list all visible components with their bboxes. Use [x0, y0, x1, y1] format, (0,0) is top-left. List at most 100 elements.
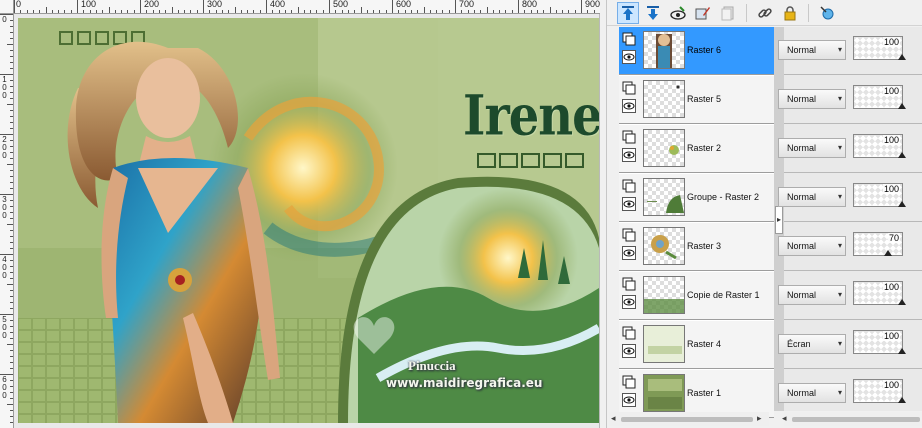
scroll-right-icon[interactable]: ▸ — [757, 413, 762, 424]
eye-visibility-icon[interactable] — [622, 197, 636, 211]
opacity-marker-icon[interactable] — [898, 348, 906, 354]
layer-list-scrollbar[interactable]: ◂ ▸ — [609, 412, 769, 426]
delete-layer-icon[interactable] — [717, 2, 739, 24]
eye-visibility-icon[interactable] — [622, 50, 636, 64]
toolbar-separator — [808, 3, 809, 22]
scroll-thumb[interactable] — [621, 417, 753, 422]
opacity-slider[interactable]: 100 — [853, 85, 906, 109]
eye-visibility-icon[interactable] — [622, 99, 636, 113]
opacity-marker-icon[interactable] — [898, 152, 906, 158]
opacity-marker-icon[interactable] — [898, 103, 906, 109]
opacity-slider[interactable]: 100 — [853, 330, 906, 354]
layer-row[interactable]: Raster 2 — [619, 125, 774, 173]
blend-mode-select[interactable]: Normal ▾ — [778, 236, 846, 256]
ruler-tick — [404, 10, 406, 13]
layer-row[interactable]: Raster 6 — [619, 27, 774, 75]
layer-name[interactable]: Raster 4 — [687, 339, 721, 349]
ruler-tick — [7, 44, 13, 45]
layer-row[interactable]: Raster 5 — [619, 76, 774, 124]
horizontal-ruler[interactable]: 0 100 200 300 400 500 600 700 800 900 — [14, 0, 600, 14]
ruler-tick — [486, 7, 488, 13]
layer-name[interactable]: Groupe - Raster 2 — [687, 192, 759, 202]
layer-row[interactable]: Raster 4 — [619, 321, 774, 369]
ruler-tick — [10, 158, 13, 159]
opacity-slider[interactable]: 100 — [853, 134, 906, 158]
move-layer-up-icon[interactable] — [617, 1, 639, 24]
opacity-marker-icon[interactable] — [898, 201, 906, 207]
ruler-tick — [284, 10, 286, 13]
blend-mode-select[interactable]: Écran ▾ — [778, 334, 846, 354]
blend-mode-select[interactable]: Normal ▾ — [778, 89, 846, 109]
opacity-value: 100 — [882, 331, 900, 341]
layer-name[interactable]: Raster 1 — [687, 388, 721, 398]
eye-visibility-icon[interactable] — [622, 393, 636, 407]
eye-visibility-icon[interactable] — [622, 246, 636, 260]
move-layer-down-icon[interactable] — [642, 2, 664, 24]
vertical-ruler[interactable]: 0 1 0 0 2 0 0 3 0 0 4 0 0 5 0 0 6 0 0 — [0, 14, 14, 428]
scroll-left-icon[interactable]: ◂ — [611, 413, 616, 424]
blend-mode-value: Normal — [787, 290, 817, 300]
eye-visibility-icon[interactable] — [622, 295, 636, 309]
opacity-marker-icon[interactable] — [898, 299, 906, 305]
layer-name[interactable]: Raster 5 — [687, 94, 721, 104]
layer-name[interactable]: Raster 6 — [687, 45, 721, 55]
expand-arrow-icon[interactable]: ▸ — [775, 206, 783, 234]
eye-visibility-icon[interactable] — [622, 344, 636, 358]
layer-row[interactable]: Groupe - Raster 2 — [619, 174, 774, 222]
scroll-left-icon[interactable]: ◂ — [782, 413, 787, 424]
edit-layer-icon[interactable] — [692, 2, 714, 24]
opacity-marker-icon[interactable] — [884, 250, 893, 256]
eye-visibility-icon[interactable] — [622, 148, 636, 162]
visibility-icon[interactable] — [667, 2, 689, 24]
ruler-tick — [461, 10, 463, 13]
lock-icon[interactable] — [779, 2, 801, 24]
blend-mode-select[interactable]: Normal ▾ — [778, 187, 846, 207]
dropdown-arrow-icon: ▾ — [837, 45, 842, 54]
ruler-tick — [0, 254, 13, 255]
scroll-thumb[interactable] — [792, 417, 920, 422]
ruler-tick — [10, 110, 13, 111]
opacity-slider[interactable]: 70 — [853, 232, 903, 256]
layer-row[interactable]: Raster 3 — [619, 223, 774, 271]
properties-scrollbar[interactable]: ◂ — [782, 412, 922, 426]
layer-thumbnail — [643, 374, 685, 412]
ruler-label-h: 500 — [333, 0, 349, 9]
layer-name[interactable]: Raster 2 — [687, 143, 721, 153]
ruler-tick — [511, 10, 513, 13]
ruler-tick — [108, 7, 110, 13]
canvas-artwork[interactable]: Irene Pinuccia www.maidiregrafica.eu — [18, 18, 599, 423]
layer-name[interactable]: Raster 3 — [687, 241, 721, 251]
blend-mode-value: Normal — [787, 143, 817, 153]
ruler-tick — [10, 146, 13, 147]
layer-row[interactable]: Raster 1 — [619, 370, 774, 418]
layer-name[interactable]: Copie de Raster 1 — [687, 290, 760, 300]
ruler-tick — [10, 206, 13, 207]
opacity-value: 100 — [882, 282, 900, 292]
ruler-tick — [417, 10, 419, 13]
ruler-tick — [10, 416, 13, 417]
layer-style-icon[interactable] — [816, 2, 838, 24]
link-icon[interactable] — [754, 2, 776, 24]
layer-icons — [621, 226, 641, 264]
blend-mode-select[interactable]: Normal ▾ — [778, 285, 846, 305]
ruler-tick — [278, 10, 280, 13]
opacity-slider[interactable]: 100 — [853, 183, 906, 207]
opacity-marker-icon[interactable] — [898, 54, 906, 60]
artwork-credit: Pinuccia www.maidiregrafica.eu — [386, 358, 542, 390]
app-window: 0 100 200 300 400 500 600 700 800 900 0 … — [0, 0, 922, 428]
opacity-marker-icon[interactable] — [898, 397, 906, 403]
ruler-label-v: 4 0 0 — [2, 255, 7, 280]
opacity-slider[interactable]: 100 — [853, 379, 906, 403]
layers-palette: Raster 6 Raster 5 Raster 2 Groupe - Raster … — [606, 0, 922, 428]
layer-property-row: Normal ▾ 100 — [778, 125, 922, 173]
opacity-slider[interactable]: 100 — [853, 36, 906, 60]
layer-row[interactable]: Copie de Raster 1 — [619, 272, 774, 320]
blend-mode-select[interactable]: Normal ▾ — [778, 383, 846, 403]
ruler-label-v: 2 0 0 — [2, 135, 7, 160]
ruler-tick — [114, 10, 116, 13]
opacity-slider[interactable]: 100 — [853, 281, 906, 305]
ruler-tick — [127, 10, 129, 13]
blend-mode-select[interactable]: Normal ▾ — [778, 40, 846, 60]
ruler-tick — [10, 242, 13, 243]
blend-mode-select[interactable]: Normal ▾ — [778, 138, 846, 158]
